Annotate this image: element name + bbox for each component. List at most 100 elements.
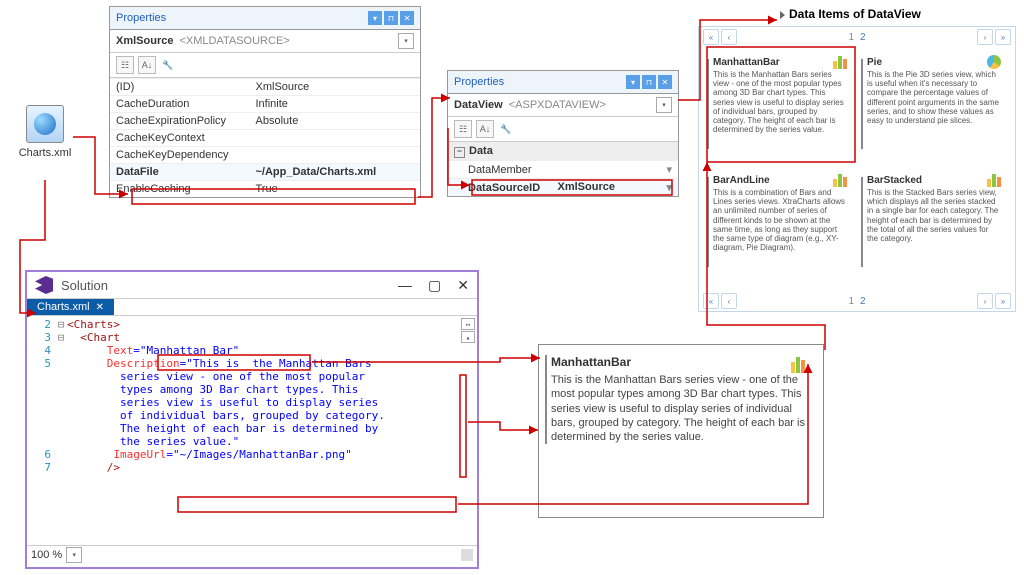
zoom-dropdown-icon[interactable]: ▾ <box>66 547 82 563</box>
item-title: BarAndLine <box>713 175 847 186</box>
dataview-item[interactable]: BarAndLine This is a combination of Bars … <box>703 169 857 287</box>
tab-close-icon[interactable]: ✕ <box>96 302 104 313</box>
property-value[interactable]: ▾ <box>552 161 679 179</box>
dropdown-icon[interactable]: ▾ <box>368 11 382 25</box>
property-key: CacheExpirationPolicy <box>110 113 250 130</box>
page-numbers: 12 <box>848 296 865 307</box>
property-value[interactable]: Infinite <box>250 96 421 113</box>
prev-icon[interactable]: ‹ <box>721 29 737 45</box>
categorize-icon[interactable]: ☷ <box>454 120 472 138</box>
property-value[interactable]: XmlSource ▾ <box>552 179 679 197</box>
minimize-icon[interactable]: — <box>398 277 412 294</box>
property-grid: (ID)XmlSourceCacheDurationInfiniteCacheE… <box>110 78 420 197</box>
dataview-item[interactable]: BarStackedThis is the Stacked Bars serie… <box>857 169 1011 287</box>
object-type: <XMLDATASOURCE> <box>179 35 289 47</box>
property-row[interactable]: DataFile~/App_Data/Charts.xml <box>110 164 420 181</box>
object-selector[interactable]: XmlSource <XMLDATASOURCE> ▾ <box>110 30 420 53</box>
object-selector[interactable]: DataView <ASPXDATAVIEW> ▾ <box>448 94 678 117</box>
last-icon[interactable]: » <box>995 29 1011 45</box>
property-key: EnableCaching <box>110 181 250 198</box>
property-value[interactable] <box>250 147 421 164</box>
vertical-bar <box>861 59 863 149</box>
property-value[interactable]: XmlSource <box>250 79 421 96</box>
property-row[interactable]: (ID)XmlSource <box>110 79 420 96</box>
dataview-item[interactable]: ManhattanBarThis is the Manhattan Bars s… <box>703 51 857 169</box>
zoom-bar: 100 % ▾ <box>27 545 477 564</box>
nav-up-icon[interactable]: ▴ <box>461 331 475 343</box>
next-icon[interactable]: › <box>977 293 993 309</box>
bars-chart-icon <box>987 173 1003 187</box>
next-icon[interactable]: › <box>977 29 993 45</box>
panel-title: Properties <box>116 12 166 24</box>
pin-icon[interactable]: ⊓ <box>642 75 656 89</box>
close-icon[interactable]: ✕ <box>400 11 414 25</box>
window-title: Solution <box>61 278 108 293</box>
sort-icon[interactable]: A↓ <box>476 120 494 138</box>
bar-chart-icon <box>791 355 813 373</box>
property-value[interactable]: True <box>250 181 421 198</box>
detail-card: ManhattanBar This is the Manhattan Bars … <box>538 344 824 518</box>
editor-tab[interactable]: Charts.xml✕ <box>27 299 114 315</box>
visual-studio-window: Solution — ▢ ✕ Charts.xml✕ ↔▴ 2⊟<Charts>… <box>25 270 479 569</box>
property-key: (ID) <box>110 79 250 96</box>
close-icon[interactable]: ✕ <box>457 277 469 294</box>
property-key: DataFile <box>110 164 250 181</box>
last-icon[interactable]: » <box>995 293 1011 309</box>
dataview-heading: Data Items of DataView <box>780 7 921 21</box>
panel-title: Properties <box>454 76 504 88</box>
detail-description: This is the Manhattan Bars series view -… <box>551 373 811 444</box>
properties-panel-dataview: Properties ▾ ⊓ ✕ DataView <ASPXDATAVIEW>… <box>447 70 679 197</box>
prev-icon[interactable]: ‹ <box>721 293 737 309</box>
property-key: CacheDuration <box>110 96 250 113</box>
properties-panel-xmlsource: Properties ▾ ⊓ ✕ XmlSource <XMLDATASOURC… <box>109 6 421 198</box>
vs-logo-icon <box>35 276 53 294</box>
toolbar: ☷ A↓ 🔧 <box>448 117 678 142</box>
item-description: This is the Pie 3D series view, which is… <box>867 70 1001 125</box>
chevron-down-icon[interactable]: ▾ <box>398 33 414 49</box>
property-row[interactable]: CacheDurationInfinite <box>110 96 420 113</box>
vertical-bar <box>545 355 547 444</box>
page-link[interactable]: 2 <box>860 32 866 43</box>
first-icon[interactable]: « <box>703 29 719 45</box>
wrench-icon[interactable]: 🔧 <box>160 57 176 73</box>
property-key: CacheKeyDependency <box>110 147 250 164</box>
close-icon[interactable]: ✕ <box>658 75 672 89</box>
object-name: XmlSource <box>116 35 173 47</box>
item-description: This is the Stacked Bars series view, wh… <box>867 188 1001 243</box>
dropdown-icon[interactable]: ▾ <box>626 75 640 89</box>
sort-icon[interactable]: A↓ <box>138 56 156 74</box>
property-value[interactable] <box>250 130 421 147</box>
page-link[interactable]: 2 <box>860 296 866 307</box>
page-current[interactable]: 1 <box>848 296 854 307</box>
property-row[interactable]: CacheKeyDependency <box>110 147 420 164</box>
toolbar: ☷ A↓ 🔧 <box>110 53 420 78</box>
property-row[interactable]: CacheKeyContext <box>110 130 420 147</box>
item-description: This is a combination of Bars and Lines … <box>713 188 847 252</box>
chevron-down-icon[interactable]: ▾ <box>656 97 672 113</box>
dataview-item[interactable]: Pie This is the Pie 3D series view, which… <box>857 51 1011 169</box>
property-value[interactable]: Absolute <box>250 113 421 130</box>
page-current[interactable]: 1 <box>848 32 854 43</box>
collapse-icon[interactable]: − <box>454 147 465 158</box>
first-icon[interactable]: « <box>703 293 719 309</box>
code-editor[interactable]: ↔▴ 2⊟<Charts> 3⊟ <Chart 4 Text="Manhatta… <box>27 315 477 545</box>
pager-top: «‹ 12 ›» <box>699 27 1015 47</box>
item-title: ManhattanBar <box>713 57 847 68</box>
property-row[interactable]: EnableCachingTrue <box>110 181 420 198</box>
categorize-icon[interactable]: ☷ <box>116 56 134 74</box>
xml-file-icon: Charts.xml <box>15 105 75 159</box>
property-row[interactable]: DataSourceIDXmlSource ▾ <box>448 179 678 197</box>
zoom-level[interactable]: 100 % <box>31 549 62 561</box>
maximize-icon[interactable]: ▢ <box>428 277 441 294</box>
split-icon[interactable]: ↔ <box>461 318 475 330</box>
pin-icon[interactable]: ⊓ <box>384 11 398 25</box>
vertical-bar <box>707 59 709 149</box>
item-title: Pie <box>867 57 1001 68</box>
property-row[interactable]: DataMember ▾ <box>448 161 678 179</box>
bars-chart-icon <box>833 173 849 187</box>
wrench-icon[interactable]: 🔧 <box>498 121 514 137</box>
property-key: CacheKeyContext <box>110 130 250 147</box>
property-row[interactable]: CacheExpirationPolicyAbsolute <box>110 113 420 130</box>
property-value[interactable]: ~/App_Data/Charts.xml <box>250 164 421 181</box>
detail-title: ManhattanBar <box>551 355 811 369</box>
